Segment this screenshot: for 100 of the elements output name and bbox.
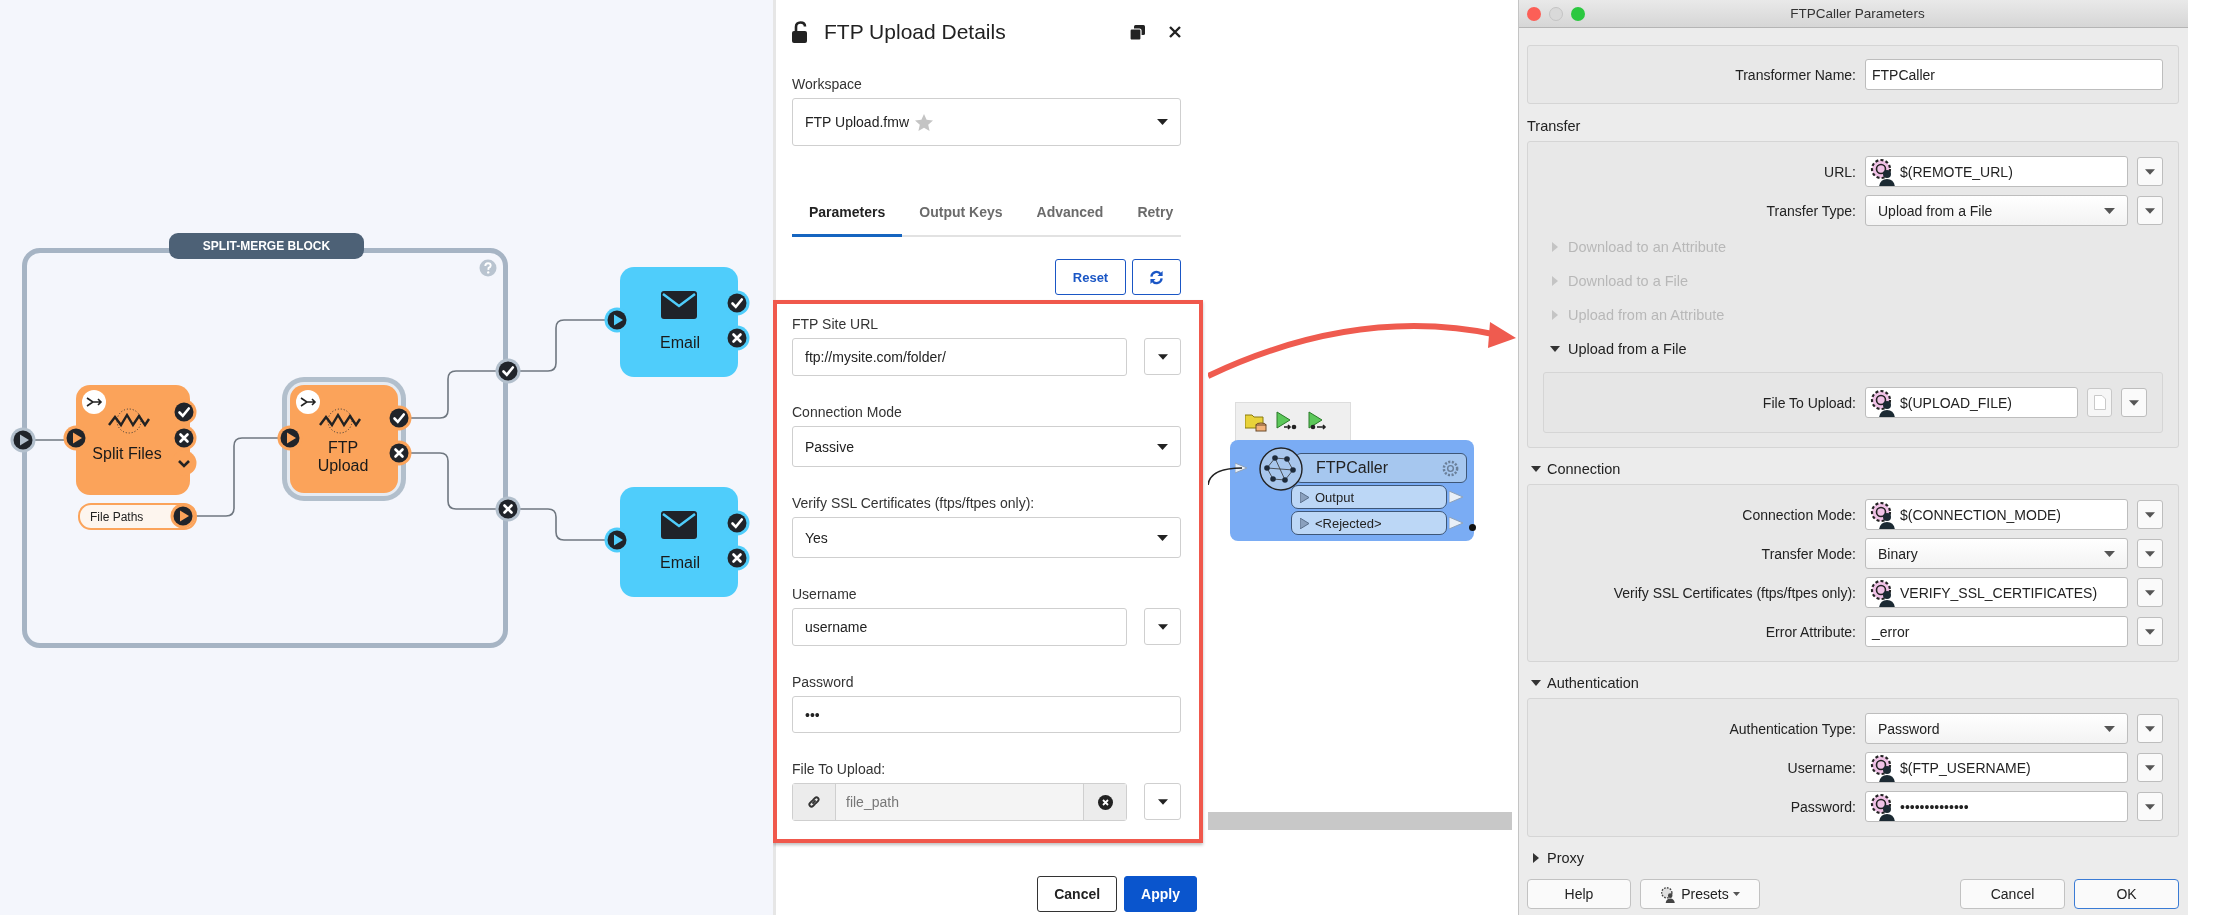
tab[interactable]: Parameters	[792, 204, 903, 237]
port-label: File Paths	[90, 509, 144, 524]
tab[interactable]: Advanced	[1019, 204, 1121, 237]
envelope-icon	[661, 291, 697, 319]
email-node[interactable]: Email	[620, 267, 738, 377]
section-title[interactable]: Proxy	[1547, 850, 1585, 866]
play-port-icon[interactable]	[10, 427, 36, 453]
dropdown[interactable]: Binary	[1865, 538, 2128, 569]
disclosure-triangle-icon[interactable]	[1531, 464, 1541, 474]
star-icon[interactable]	[915, 113, 933, 131]
subsection-title[interactable]: Upload from a File	[1568, 341, 1687, 357]
menu-button[interactable]	[1144, 338, 1181, 375]
x-port-icon[interactable]	[386, 440, 412, 466]
variable-field[interactable]: $(FTP_USERNAME)	[1865, 752, 2128, 783]
menu-button[interactable]	[1144, 608, 1181, 645]
x-port-icon[interactable]	[724, 325, 750, 351]
menu-button[interactable]	[2137, 714, 2163, 743]
disclosure-triangle-icon[interactable]	[1531, 678, 1541, 688]
play-port-icon[interactable]	[604, 307, 630, 333]
section-title: Transfer	[1527, 118, 1581, 134]
variable-field[interactable]: $(REMOTE_URL)	[1865, 156, 2128, 187]
cancel-button[interactable]: Cancel	[1037, 876, 1118, 912]
field-label: Workspace	[792, 76, 863, 92]
restore-icon[interactable]	[1130, 24, 1145, 40]
clear-button[interactable]	[1084, 784, 1126, 820]
port-label: <Rejected>	[1315, 515, 1382, 531]
menu-button[interactable]	[2137, 157, 2163, 186]
presets-button[interactable]: Presets	[1640, 879, 1760, 909]
menu-button[interactable]	[2121, 388, 2147, 417]
field-label: Connection Mode	[792, 404, 903, 420]
menu-button[interactable]	[2137, 578, 2163, 607]
x-port-icon[interactable]	[724, 545, 750, 571]
dropdown[interactable]: Passive	[792, 426, 1181, 467]
play-port-icon[interactable]	[63, 425, 89, 451]
dropdown[interactable]: Upload from a File	[1865, 195, 2128, 226]
network-icon	[1235, 446, 1303, 492]
envelope-icon	[661, 511, 697, 539]
tab[interactable]: Retry	[1120, 204, 1191, 237]
file-field[interactable]: file_path	[835, 784, 1084, 820]
section-title[interactable]: Connection	[1547, 461, 1621, 477]
password-field[interactable]: •••	[792, 696, 1181, 733]
caret-icon	[2145, 764, 2155, 771]
link-button[interactable]	[793, 784, 835, 820]
file-icon	[2093, 395, 2106, 410]
play-port-icon[interactable]	[170, 503, 196, 529]
check-port-icon[interactable]	[724, 510, 750, 536]
unlocked-lock-icon[interactable]	[792, 21, 810, 43]
caret-icon	[1157, 119, 1168, 125]
apply-button[interactable]: Apply	[1124, 876, 1197, 912]
email-node[interactable]: Email	[620, 487, 738, 597]
caret-icon	[2104, 725, 2115, 732]
caret-icon	[2145, 803, 2155, 810]
output-port[interactable]: <Rejected>	[1291, 511, 1447, 535]
refresh-button[interactable]	[1132, 259, 1181, 295]
transformer-node[interactable]: FTPCaller Output <Rejected>	[1230, 440, 1474, 541]
play-port-icon[interactable]	[604, 527, 630, 553]
ok-button[interactable]: OK	[2074, 879, 2179, 909]
close-icon[interactable]	[1169, 26, 1181, 38]
menu-button[interactable]	[2137, 539, 2163, 568]
text-field[interactable]: _error	[1865, 616, 2128, 647]
check-port-icon[interactable]	[386, 405, 412, 431]
dropdown[interactable]: Password	[1865, 713, 2128, 744]
check-port-icon[interactable]	[724, 290, 750, 316]
variable-field[interactable]: VERIFY_SSL_CERTIFICATES)	[1865, 577, 2128, 608]
caret-icon	[2104, 550, 2115, 557]
menu-button[interactable]	[2137, 500, 2163, 529]
output-port[interactable]: Output	[1291, 485, 1447, 509]
text-field[interactable]: ftp://mysite.com/folder/	[792, 338, 1127, 376]
disclosure-triangle-icon[interactable]	[1531, 853, 1541, 863]
text-field[interactable]: username	[792, 608, 1127, 646]
workspace-dropdown[interactable]: FTP Upload.fmw	[792, 98, 1181, 146]
dropdown[interactable]: Yes	[792, 517, 1181, 558]
field-label: Transformer Name:	[1734, 66, 1856, 83]
x-port-icon[interactable]	[171, 425, 197, 451]
field-label: Error Attribute:	[1764, 623, 1856, 640]
check-port-icon[interactable]	[171, 399, 197, 425]
x-port-icon[interactable]	[495, 496, 521, 522]
play-port-icon[interactable]	[277, 425, 303, 451]
menu-button[interactable]	[1144, 783, 1181, 820]
folder-database-icon[interactable]	[1245, 412, 1267, 432]
menu-button[interactable]	[2137, 196, 2163, 225]
variable-field[interactable]: ••••••••••••••	[1865, 791, 2128, 822]
text-field[interactable]: FTPCaller	[1865, 59, 2163, 90]
section-title[interactable]: Authentication	[1547, 675, 1639, 691]
variable-field[interactable]: $(UPLOAD_FILE)	[1865, 387, 2079, 418]
menu-button[interactable]	[2137, 753, 2163, 782]
node-label: Split Files	[91, 445, 163, 463]
connection-dot-icon	[1469, 524, 1476, 531]
disclosure-triangle-icon[interactable]	[1550, 344, 1560, 354]
node-label: Email	[659, 334, 701, 352]
menu-button[interactable]	[2137, 617, 2163, 646]
cancel-button[interactable]: Cancel	[1960, 879, 2065, 909]
help-button[interactable]: Help	[1527, 879, 1631, 909]
menu-button[interactable]	[2137, 792, 2163, 821]
tab[interactable]: Output Keys	[902, 204, 1020, 237]
scroll-bar[interactable]	[1208, 812, 1512, 830]
transformer-name: FTPCaller	[1316, 459, 1388, 477]
check-port-icon[interactable]	[495, 358, 521, 384]
reset-button[interactable]: Reset	[1055, 259, 1126, 295]
variable-field[interactable]: $(CONNECTION_MODE)	[1865, 499, 2128, 530]
